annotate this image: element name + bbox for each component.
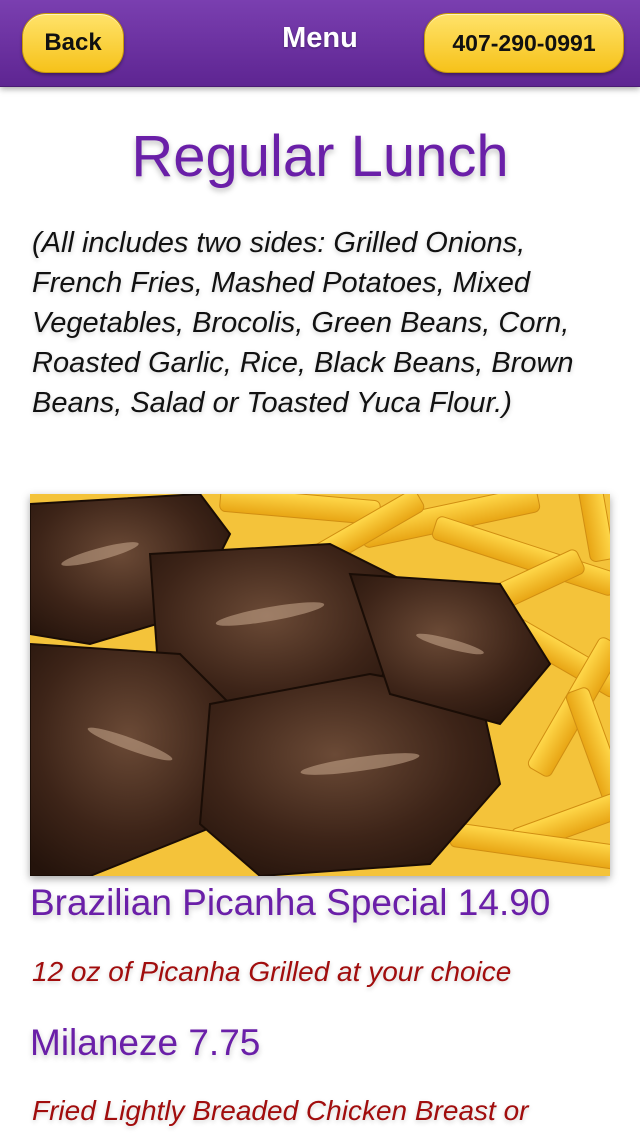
navigation-bar: Back Menu 407-290-0991 xyxy=(0,0,640,87)
menu-item-description: Fried Lightly Breaded Chicken Breast or xyxy=(32,1095,529,1126)
menu-item-name: Milaneze 7.75 xyxy=(30,1022,261,1063)
dish-photo xyxy=(30,494,610,876)
page-title: Regular Lunch xyxy=(131,124,509,189)
steak-fries-image xyxy=(30,494,610,876)
menu-item-name: Brazilian Picanha Special 14.90 xyxy=(30,882,551,923)
call-phone-button[interactable]: 407-290-0991 xyxy=(424,13,624,73)
menu-content[interactable]: Regular Lunch (All includes two sides: G… xyxy=(0,87,640,1136)
menu-item-description: 12 oz of Picanha Grilled at your choice xyxy=(32,956,512,987)
sides-description: (All includes two sides: Grilled Onions,… xyxy=(32,227,574,419)
